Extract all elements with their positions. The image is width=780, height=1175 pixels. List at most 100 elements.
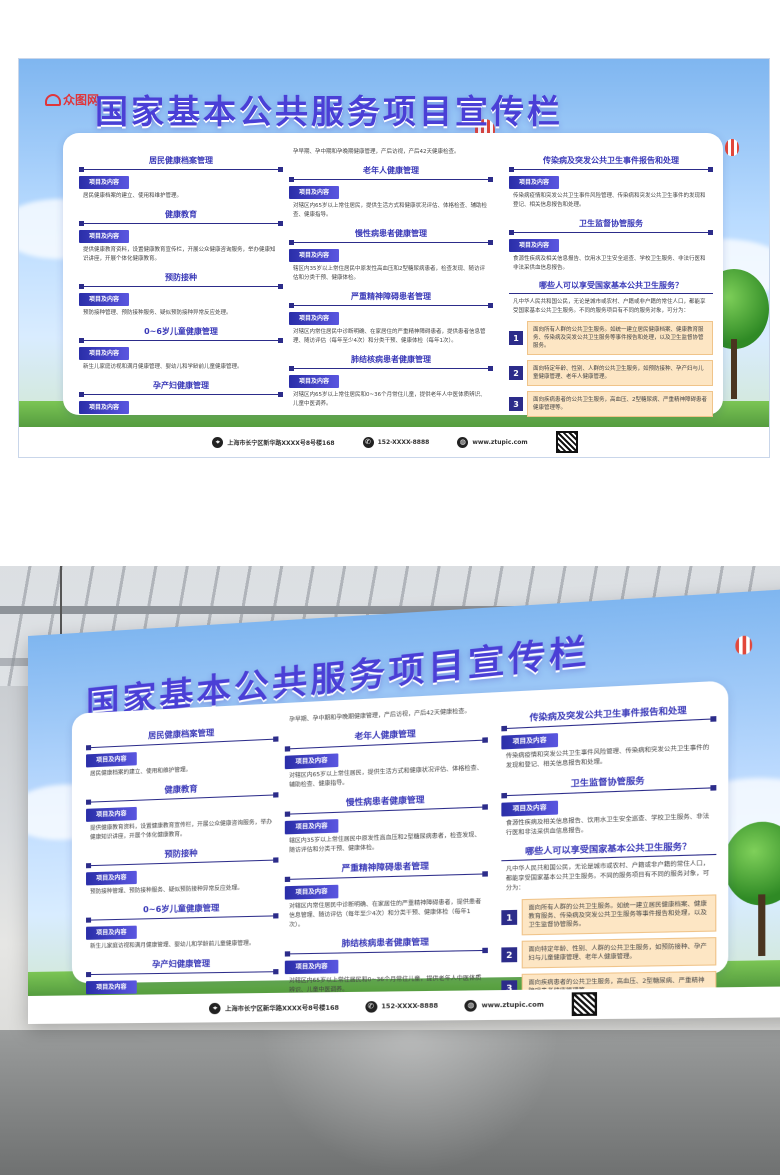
section-text: 辖区内35岁以上常住居民中原发性高血压和2型糖尿病患者，检查发现、随访评估和分类… [285,830,488,856]
section-text: 居民健康档案的建立、使用和维护管理。 [79,191,283,201]
section-heading: 老年人健康管理 [285,722,488,749]
hot-air-balloon-icon [725,139,739,156]
section-text: 孕早期、孕中期和孕晚期健康管理，产后访视，产后42天健康检查。 [285,705,488,725]
section-text: 孕早期、孕中期和孕晚期健康管理，产后访视，产后42天健康检查。 [289,147,493,157]
tree-trunk [731,339,737,399]
section-text: 预防接种管理、预防接种服务、疑似预防接种异常反应处理。 [79,308,283,318]
service-item: 2 面向特定年龄、性别、人群的公共卫生服务，如预防接种、孕产妇与儿童健康管理、老… [509,360,713,386]
question-heading: 哪些人可以享受国家基本公共卫生服务？ [501,841,716,861]
content-tag: 项目及内容 [289,186,339,199]
section-heading: 慢性病患者健康管理 [289,226,493,243]
content-tag: 项目及内容 [501,733,558,749]
brand-logo: 众图网 [45,91,99,108]
section-heading: 肺结核病患者健康管理 [285,933,488,955]
content-tag: 项目及内容 [79,293,129,306]
content-panel: 居民健康档案管理 项目及内容 居民健康档案的建立、使用和维护管理。 健康教育 项… [63,133,723,415]
content-tag: 项目及内容 [79,401,129,414]
section-heading: 预防接种 [86,843,278,866]
logo-icon [45,94,61,106]
address-text: 上海市长宁区新华路XXXX号8号楼168 [225,1002,339,1013]
content-tag: 项目及内容 [285,960,339,974]
content-tag: 项目及内容 [509,239,559,252]
poster-board-mockup: 国家基本公共服务项目宣传栏 居民健康档案管理 项目及内容 居民健康档案的建立、使… [28,588,780,1024]
question-text: 凡中华人民共和国公民，无论是城市或农村、户籍或非户籍的常住人口，都能享受国家基本… [509,297,713,316]
content-tag: 项目及内容 [86,752,137,767]
website-item: ◍ www.ztupic.com [457,437,527,448]
service-text: 面向疾病患者的公共卫生服务，高血压、2型糖尿病、严重精神障碍患者健康管理等。 [527,391,713,417]
content-tag: 项目及内容 [501,801,558,817]
content-tag: 项目及内容 [285,885,339,900]
section-heading: 孕产妇健康管理 [79,378,283,395]
phone-text: 152-XXXX-8888 [381,1002,438,1010]
service-item: 1 面向所有人群的公共卫生服务。如统一建立居民健康档案、健康教育服务、传染病及突… [509,321,713,355]
left-column: 居民健康档案管理 项目及内容 居民健康档案的建立、使用和维护管理。 健康教育 项… [79,147,283,416]
section-heading: 预防接种 [79,270,283,287]
website-text: www.ztupic.com [482,1001,544,1009]
phone-icon: ✆ [365,1001,377,1013]
content-tag: 项目及内容 [86,980,137,994]
section-text: 提供健康教育资料，设置健康教育宣传栏，开展公众健康咨询服务，举办健康知识讲座，开… [79,245,283,264]
website-text: www.ztupic.com [472,439,527,446]
phone-item: ✆ 152-XXXX-8888 [365,1000,438,1012]
phone-text: 152-XXXX-8888 [378,439,430,446]
service-number: 1 [509,331,523,345]
middle-column: 孕早期、孕中期和孕晚期健康管理，产后访视，产后42天健康检查。 老年人健康管理 … [289,147,493,409]
content-tag: 项目及内容 [285,819,339,834]
phone-icon: ✆ [363,437,374,448]
mockup-scene: 国家基本公共服务项目宣传栏 居民健康档案管理 项目及内容 居民健康档案的建立、使… [0,566,780,1175]
floor-light-reflection [260,1030,560,1175]
content-tag: 项目及内容 [289,312,339,325]
location-pin-icon: ⌖ [209,1002,220,1013]
service-item: 2 面向特定年龄、性别、人群的公共卫生服务，如预防接种、孕产妇与儿童健康管理、老… [501,937,716,969]
section-text: 对辖区内常住居民中诊断明确、在家居住的严重精神障碍患者，提供患者信息管理、随访评… [285,897,488,931]
service-text: 面向特定年龄、性别、人群的公共卫生服务，如预防接种、孕产妇与儿童健康管理、老年人… [522,937,717,968]
section-heading: 居民健康档案管理 [79,153,283,170]
service-number: 1 [501,910,517,925]
phone-item: ✆ 152-XXXX-8888 [363,437,430,448]
service-item: 1 面向所有人群的公共卫生服务。如统一建立居民健康档案、健康教育服务、传染病及突… [501,894,716,935]
section-heading: 健康教育 [79,207,283,224]
globe-icon: ◍ [465,999,477,1011]
content-tag: 项目及内容 [289,249,339,262]
qr-code-icon [571,992,596,1016]
mockup-left-column: 居民健康档案管理 项目及内容 居民健康档案的建立、使用和维护管理。 健康教育 项… [86,716,278,997]
question-text: 凡中华人民共和国公民，无论是城市或农村、户籍或非户籍的常住人口，都能享受国家基本… [501,858,716,894]
content-tag: 项目及内容 [289,375,339,388]
section-text: 辖区内35岁以上常住居民中原发性高血压和2型糖尿病患者，检查发现、随访评估和分类… [289,264,493,283]
service-number: 3 [509,397,523,411]
section-text: 新生儿家庭访视和满月健康管理、婴幼儿和学龄前儿童健康管理。 [86,938,278,952]
page-title: 国家基本公共服务项目宣传栏 [95,85,563,133]
service-number: 2 [509,366,523,380]
website-item: ◍ www.ztupic.com [465,999,544,1012]
address-item: ⌖ 上海市长宁区新华路XXXX号8号楼168 [209,1001,339,1014]
mockup-content-panel: 居民健康档案管理 项目及内容 居民健康档案的建立、使用和维护管理。 健康教育 项… [72,680,728,983]
service-text: 面向所有人群的公共卫生服务。如统一建立居民健康档案、健康教育服务、传染病及突发公… [522,894,717,935]
section-text: 对辖区内65岁以上常住居民，提供生活方式和健康状况评估、体格检查、辅助检查、健康… [289,201,493,220]
section-text: 新生儿家庭访视和满月健康管理、婴幼儿和学龄前儿童健康管理。 [79,362,283,372]
section-heading: 卫生监督协管服务 [509,216,713,233]
mockup-right-column: 传染病及突发公共卫生事件报告和处理 项目及内容 传染病疫情和突发公共卫生事件风险… [501,694,716,1007]
content-tag: 项目及内容 [285,753,339,769]
section-text: 提供健康教育资料，设置健康教育宣传栏，开展公众健康咨询服务，举办健康知识讲座，开… [86,817,278,843]
section-heading: 健康教育 [86,778,278,803]
service-number: 2 [501,947,517,962]
address-item: ⌖ 上海市长宁区新华路XXXX号8号楼168 [212,437,334,448]
section-heading: 传染病及突发公共卫生事件报告和处理 [509,153,713,170]
section-heading: 居民健康档案管理 [86,722,278,748]
service-text: 面向所有人群的公共卫生服务。如统一建立居民健康档案、健康教育服务、传染病及突发公… [527,321,713,355]
content-tag: 项目及内容 [86,807,137,822]
content-tag: 项目及内容 [86,871,137,886]
section-heading: 卫生监督协管服务 [501,770,716,797]
poster-footer: ⌖ 上海市长宁区新华路XXXX号8号楼168 ✆ 152-XXXX-8888 ◍… [19,427,770,457]
section-heading: 严重精神障碍患者管理 [285,856,488,880]
content-tag: 项目及内容 [79,230,129,243]
tree-trunk [758,894,765,956]
hot-air-balloon-icon [735,635,752,655]
section-text: 对辖区内常住居民中诊断明确、在家居住的严重精神障碍患者，提供患者信息管理、随访评… [289,327,493,346]
section-text: 传染病疫情和突发公共卫生事件风险管理、传染病和突发公共卫生事件的发现和登记、相关… [509,191,713,210]
section-heading: 0~6岁儿童健康管理 [86,899,278,921]
logo-text: 众图网 [63,91,99,108]
section-heading: 肺结核病患者健康管理 [289,352,493,369]
poster-board-flat: 众图网 国家基本公共服务项目宣传栏 居民健康档案管理 项目及内容 居民健康档案的… [18,58,770,458]
mockup-middle-column: 孕早期、孕中期和孕晚期健康管理，产后访视，产后42天健康检查。 老年人健康管理 … [285,705,488,995]
